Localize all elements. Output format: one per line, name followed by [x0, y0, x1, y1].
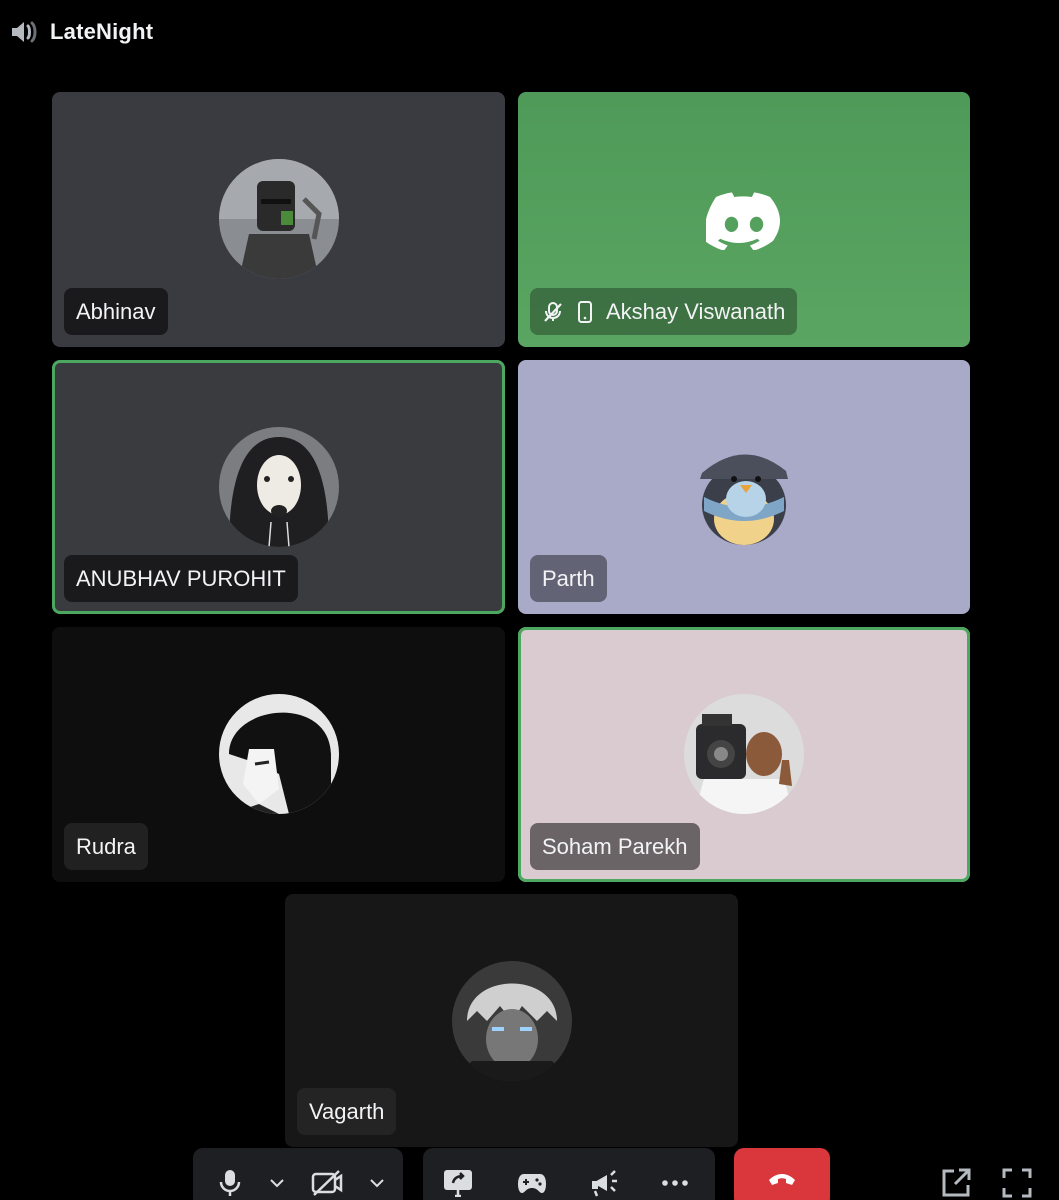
camera-options-button[interactable] — [367, 1168, 387, 1198]
participant-name: ANUBHAV PUROHIT — [76, 565, 286, 591]
chevron-down-icon — [370, 1179, 384, 1188]
activities-button[interactable] — [517, 1168, 589, 1198]
participant-tile-rudra[interactable]: Rudra — [52, 627, 505, 882]
participant-nameplate: Abhinav — [64, 288, 168, 335]
soundboard-icon — [592, 1170, 617, 1197]
participant-tile-vagarth[interactable]: Vagarth — [285, 894, 738, 1147]
mobile-phone-icon — [574, 300, 596, 323]
more-icon — [662, 1180, 688, 1186]
speaker-icon — [8, 17, 38, 47]
pop-out-button[interactable] — [939, 1166, 973, 1200]
channel-header: LateNight — [8, 14, 153, 50]
gamepad-icon — [518, 1174, 546, 1193]
camera-man-thumbs-up-avatar — [684, 694, 804, 814]
participant-nameplate: ANUBHAV PUROHIT — [64, 555, 298, 602]
participant-tile-anubhav-purohit[interactable]: ANUBHAV PUROHIT — [52, 360, 505, 614]
participant-tile-parth[interactable]: Parth — [518, 360, 970, 614]
fullscreen-icon — [1002, 1168, 1032, 1198]
camera-button[interactable] — [287, 1168, 367, 1198]
participant-name: Soham Parekh — [542, 833, 688, 859]
participant-name: Rudra — [76, 833, 136, 859]
participant-nameplate: Parth — [530, 555, 607, 602]
microphone-icon — [219, 1170, 241, 1196]
anime-character-avatar — [451, 961, 572, 1081]
knight-helmet-avatar — [218, 159, 339, 279]
hooded-dog-avatar — [218, 427, 339, 547]
participant-name: Vagarth — [309, 1098, 385, 1124]
screen-share-button[interactable] — [443, 1168, 517, 1198]
screen-share-icon — [444, 1170, 472, 1197]
participant-tile-abhinav[interactable]: Abhinav — [52, 92, 505, 347]
microphone-options-button[interactable] — [267, 1168, 287, 1198]
participant-tile-akshay-viswanath[interactable]: Akshay Viswanath — [518, 92, 970, 347]
participant-nameplate: Rudra — [64, 823, 148, 870]
pop-out-icon — [942, 1168, 971, 1197]
soundboard-button[interactable] — [589, 1168, 661, 1198]
anime-boy-avatar — [218, 694, 339, 814]
participant-name: Abhinav — [76, 298, 156, 324]
chevron-down-icon — [270, 1179, 284, 1188]
microphone-button[interactable] — [193, 1168, 267, 1198]
fullscreen-button[interactable] — [1000, 1166, 1034, 1200]
participant-nameplate: Vagarth — [297, 1088, 397, 1135]
mic-muted-icon — [542, 301, 564, 323]
participant-name: Parth — [542, 565, 595, 591]
channel-name: LateNight — [50, 19, 154, 44]
more-options-button[interactable] — [661, 1168, 701, 1198]
participant-tile-soham-parekh[interactable]: Soham Parekh — [518, 627, 970, 882]
disconnect-button[interactable] — [734, 1148, 830, 1200]
media-controls — [193, 1148, 403, 1200]
discord-logo-icon — [706, 192, 780, 250]
participant-name: Akshay Viswanath — [606, 298, 786, 324]
penguin-with-cap-avatar — [684, 427, 804, 547]
participant-nameplate: Akshay Viswanath — [530, 288, 798, 335]
activity-controls — [423, 1148, 715, 1200]
hang-up-icon — [769, 1174, 795, 1185]
participant-nameplate: Soham Parekh — [530, 823, 700, 870]
camera-off-icon — [311, 1170, 343, 1196]
